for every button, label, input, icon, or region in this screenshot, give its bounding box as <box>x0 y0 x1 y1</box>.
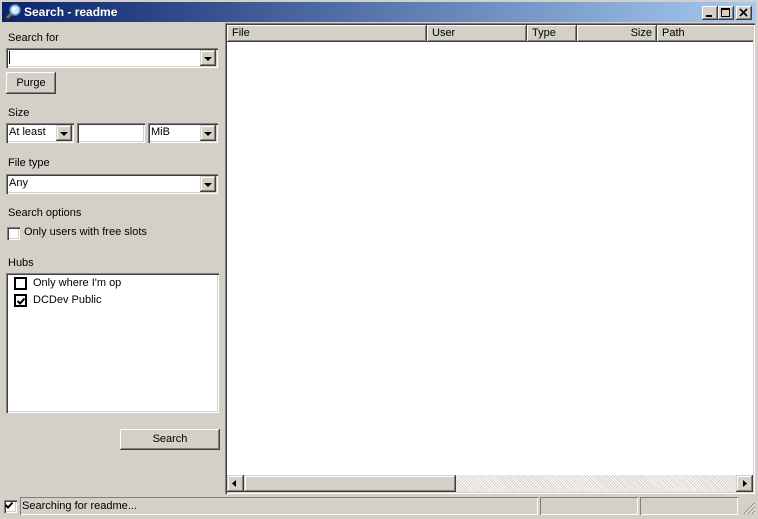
text-caret <box>9 51 10 64</box>
checkmark-icon <box>5 501 14 509</box>
status-panel-2 <box>540 497 638 515</box>
minimize-icon <box>706 15 712 17</box>
size-label: Size <box>8 107 30 119</box>
hubs-label: Hubs <box>8 257 34 269</box>
size-mode-value: At least <box>9 126 46 138</box>
maximize-button[interactable] <box>718 6 734 20</box>
column-header-type[interactable]: Type <box>527 25 577 42</box>
file-type-label: File type <box>8 157 50 169</box>
magnifier-icon <box>5 4 21 20</box>
chevron-down-icon[interactable] <box>56 125 72 141</box>
title-bar[interactable]: Search - readme <box>2 2 756 22</box>
results-list[interactable]: File User Type Size Path <box>225 23 755 494</box>
size-input[interactable] <box>77 123 145 143</box>
column-header-size[interactable]: Size <box>577 25 657 42</box>
minimize-button[interactable] <box>702 6 718 20</box>
arrow-left-icon <box>232 480 236 487</box>
chevron-down-icon[interactable] <box>200 176 216 192</box>
free-slots-label[interactable]: Only users with free slots <box>24 226 147 238</box>
purge-button[interactable]: Purge <box>6 72 56 94</box>
free-slots-checkbox[interactable] <box>7 227 20 240</box>
size-unit-value: MiB <box>151 126 170 138</box>
column-header-path[interactable]: Path <box>657 25 753 42</box>
scroll-right-button[interactable] <box>736 475 753 492</box>
horizontal-scrollbar[interactable] <box>227 475 753 492</box>
status-panel-3 <box>640 497 738 515</box>
file-type-value: Any <box>9 177 28 189</box>
status-panel-main: Searching for readme... <box>20 497 538 515</box>
resize-grip-icon[interactable] <box>742 501 756 515</box>
column-header-user[interactable]: User <box>427 25 527 42</box>
results-header: File User Type Size Path <box>227 25 753 42</box>
status-checkbox[interactable] <box>4 500 17 513</box>
size-unit-select[interactable]: MiB <box>148 123 218 143</box>
hub-item-label[interactable]: Only where I'm op <box>33 277 121 289</box>
close-button[interactable] <box>736 6 752 20</box>
status-bar: Searching for readme... <box>0 496 758 519</box>
search-button[interactable]: Search <box>120 429 220 450</box>
size-mode-select[interactable]: At least <box>6 123 74 143</box>
search-options-label: Search options <box>8 207 82 219</box>
file-type-select[interactable]: Any <box>6 174 218 194</box>
chevron-down-icon[interactable] <box>200 50 216 66</box>
hub-item-label[interactable]: DCDev Public <box>33 294 101 306</box>
hub-checkbox[interactable] <box>14 294 27 307</box>
status-text: Searching for readme... <box>22 500 137 512</box>
scrollbar-thumb[interactable] <box>244 475 456 492</box>
maximize-icon <box>721 8 730 17</box>
hub-checkbox[interactable] <box>14 277 27 290</box>
search-window: Search - readme Search for Purge Size At… <box>0 0 758 519</box>
search-for-label: Search for <box>8 32 59 44</box>
scroll-left-button[interactable] <box>227 475 244 492</box>
hubs-list[interactable]: Only where I'm op DCDev Public <box>6 273 219 413</box>
search-for-combo[interactable] <box>6 48 218 68</box>
column-header-file[interactable]: File <box>227 25 427 42</box>
chevron-down-icon[interactable] <box>200 125 216 141</box>
checkmark-icon <box>17 297 26 305</box>
close-icon <box>739 8 748 17</box>
arrow-right-icon <box>743 480 747 487</box>
window-title: Search - readme <box>24 5 118 19</box>
